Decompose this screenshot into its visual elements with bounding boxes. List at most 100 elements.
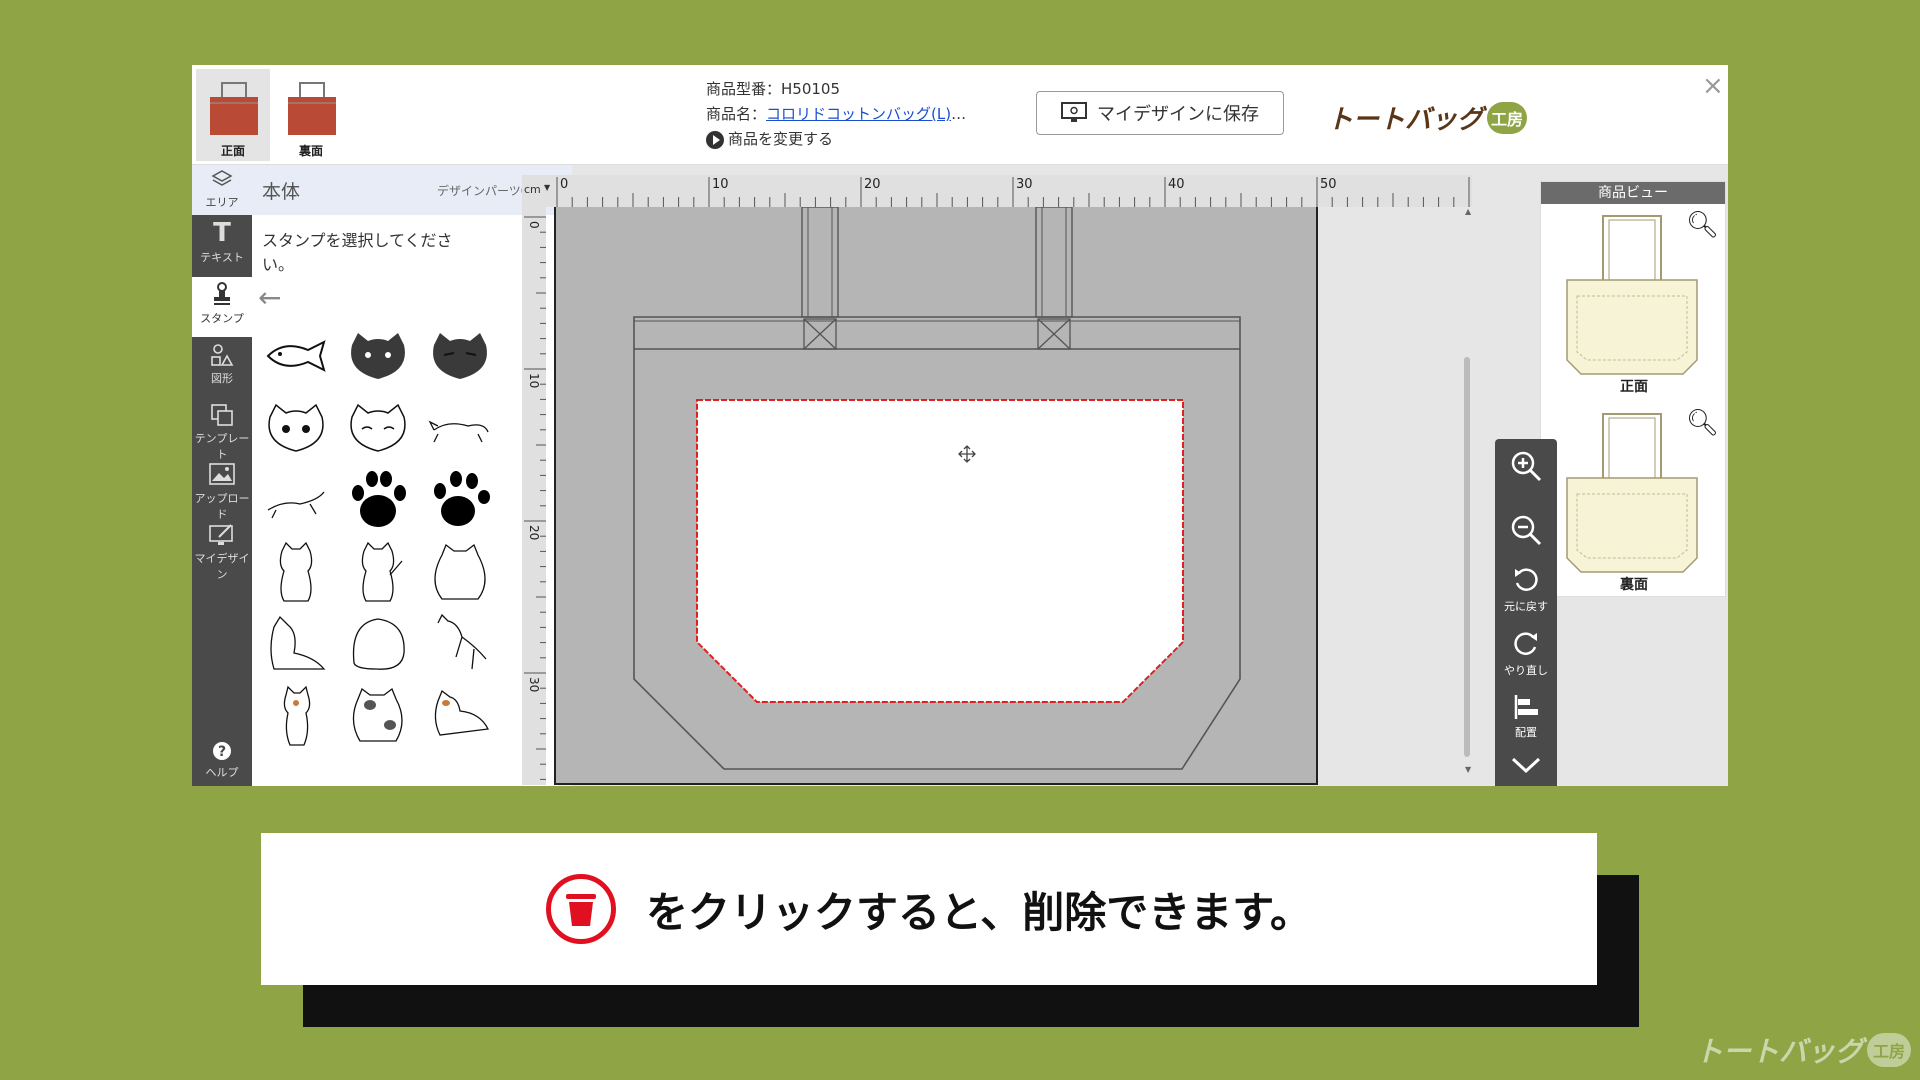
scroll-up-icon[interactable]: ▲ xyxy=(1465,207,1471,216)
undo-icon xyxy=(1515,568,1538,591)
print-area[interactable] xyxy=(695,398,1185,708)
stamp-paw-1[interactable] xyxy=(342,469,414,531)
product-name-ellipsis: … xyxy=(951,105,967,123)
nav-shape-label: 図形 xyxy=(211,372,233,385)
product-view-back-label: 裏面 xyxy=(1620,577,1648,593)
ruler-top-label: 20 xyxy=(864,177,881,192)
stamp-chubby-cat[interactable] xyxy=(424,541,496,603)
nav-help[interactable]: ? ヘルプ xyxy=(192,737,252,786)
product-view-back[interactable]: 🔍︎ 裏面 xyxy=(1541,404,1727,594)
area-name: 本体 xyxy=(262,180,301,203)
ruler-unit[interactable]: cm xyxy=(524,183,541,196)
product-view-front-label: 正面 xyxy=(1620,379,1648,395)
scroll-down-icon[interactable]: ▼ xyxy=(1465,765,1471,774)
text-icon: T xyxy=(213,218,231,248)
ruler-top-label: 50 xyxy=(1320,177,1337,192)
toolbar-more-button[interactable] xyxy=(1495,755,1557,778)
stamp-stretching-cat[interactable] xyxy=(260,469,332,531)
area-label: エリア xyxy=(205,196,239,209)
resting-cat-icon xyxy=(434,689,489,736)
tab-front[interactable]: 正面 xyxy=(196,69,270,161)
product-code: 商品型番：H50105 xyxy=(706,80,840,98)
editor-window: 正面 裏面 商品型番：H50105 商品名：コロリドコットンバッグ(L)… 商品… xyxy=(192,65,1728,786)
align-label: 配置 xyxy=(1515,726,1537,739)
back-arrow-icon[interactable]: ← xyxy=(258,281,281,314)
nav-upload[interactable]: アップロード xyxy=(192,457,252,521)
nav-text[interactable]: T テキスト xyxy=(192,217,252,277)
change-product-label: 商品を変更する xyxy=(728,130,834,148)
smiling-cat-face-icon xyxy=(350,403,406,452)
redo-icon xyxy=(1514,632,1537,655)
magnifier-icon[interactable]: 🔍︎ xyxy=(1686,408,1719,438)
stamp-grooming-cat[interactable] xyxy=(260,613,332,675)
stamp-paw-2[interactable] xyxy=(424,469,496,531)
black-cat-face-icon xyxy=(351,333,405,379)
magnifier-icon[interactable]: 🔍︎ xyxy=(1686,210,1719,240)
image-upload-icon xyxy=(209,463,235,485)
ruler-top-label: 10 xyxy=(712,177,729,192)
undo-button[interactable]: 元に戻す xyxy=(1495,565,1557,614)
chubby-cat-icon xyxy=(434,543,486,600)
align-button[interactable]: 配置 xyxy=(1495,693,1557,740)
stamp-spotted-cat[interactable] xyxy=(342,685,414,747)
ruler-left-label: 10 xyxy=(527,373,541,388)
grooming-cat-icon xyxy=(270,615,326,670)
save-button-label: マイデザインに保存 xyxy=(1097,104,1259,125)
stretching-cat-icon xyxy=(267,491,325,519)
svg-text:?: ? xyxy=(218,744,226,760)
tab-front-label: 正面 xyxy=(220,144,245,158)
stamp-white-cat-face[interactable] xyxy=(260,397,332,459)
layers-icon xyxy=(211,170,233,186)
canvas-scrollbar-thumb[interactable] xyxy=(1464,357,1470,757)
product-name-link[interactable]: コロリドコットンバッグ(L) xyxy=(766,105,951,123)
canvas-toolbar: 元に戻す やり直し 配置 xyxy=(1495,439,1557,786)
zoom-in-button[interactable] xyxy=(1495,449,1557,486)
stamp-smiling-cat-face[interactable] xyxy=(342,397,414,459)
product-view-title: 商品ビュー xyxy=(1541,182,1725,204)
tab-back-label: 裏面 xyxy=(298,144,323,158)
bag-front-icon xyxy=(210,82,258,135)
stamp-fish[interactable] xyxy=(260,325,332,387)
ruler-left: 0 10 20 30 xyxy=(522,207,546,785)
ruler-unit-chevron-icon[interactable]: ▼ xyxy=(544,183,550,192)
stamp-waving-cat[interactable] xyxy=(342,541,414,603)
stamp-sitting-cat[interactable] xyxy=(260,541,332,603)
paw-print-icon xyxy=(352,471,406,527)
stamp-lying-cat[interactable] xyxy=(424,397,496,459)
nav-shape[interactable]: 図形 xyxy=(192,337,252,397)
close-icon[interactable]: × xyxy=(1702,71,1724,101)
logo-text: トートバッグ xyxy=(1327,105,1484,135)
change-product-link[interactable]: 商品を変更する xyxy=(706,127,966,152)
area-nav-item[interactable]: エリア xyxy=(192,165,252,215)
tab-back[interactable]: 裏面 xyxy=(274,69,348,161)
zoom-out-button[interactable] xyxy=(1495,513,1557,550)
nav-template[interactable]: テンプレート xyxy=(192,397,252,461)
product-name: 商品名：コロリドコットンバッグ(L)… xyxy=(706,102,966,127)
stamp-resting-cat[interactable] xyxy=(424,685,496,747)
stamp-black-cat-face[interactable] xyxy=(342,325,414,387)
watermark-text: トートバッグ xyxy=(1695,1035,1864,1068)
stamp-standing-cat[interactable] xyxy=(260,685,332,747)
left-tool-nav: エリア T テキスト スタンプ 図形 テンプレート アップロード マイデザイン … xyxy=(192,165,252,786)
nav-stamp[interactable]: スタンプ xyxy=(192,277,252,337)
save-to-mydesign-button[interactable]: マイデザインに保存 xyxy=(1036,91,1284,135)
redo-button[interactable]: やり直し xyxy=(1495,629,1557,678)
ruler-top-label: 30 xyxy=(1016,177,1033,192)
canvas-scrollbar[interactable]: ▲ ▼ xyxy=(1460,207,1472,777)
logo-badge: 工房 xyxy=(1487,101,1528,134)
product-view-front[interactable]: 🔍︎ 正面 xyxy=(1541,206,1727,396)
stamp-jumping-cat[interactable] xyxy=(424,613,496,675)
stamp-curled-cat[interactable] xyxy=(342,613,414,675)
watermark-logo: トートバッグ 工房 xyxy=(1695,1030,1912,1070)
stamp-grid xyxy=(260,325,496,747)
ruler-left-label: 20 xyxy=(527,525,541,540)
nav-mydesign[interactable]: マイデザイン xyxy=(192,517,252,581)
ruler-top: 0102030405060 xyxy=(522,175,1472,207)
redo-label: やり直し xyxy=(1504,664,1548,677)
product-info: 商品型番：H50105 商品名：コロリドコットンバッグ(L)… 商品を変更する xyxy=(706,77,966,152)
stamp-panel: スタンプを選択してください。 ← xyxy=(252,215,558,786)
lying-cat-icon xyxy=(428,420,489,443)
stamp-sleepy-cat-face[interactable] xyxy=(424,325,496,387)
product-name-prefix: 商品名： xyxy=(706,105,767,123)
nav-help-label: ヘルプ xyxy=(205,766,239,779)
